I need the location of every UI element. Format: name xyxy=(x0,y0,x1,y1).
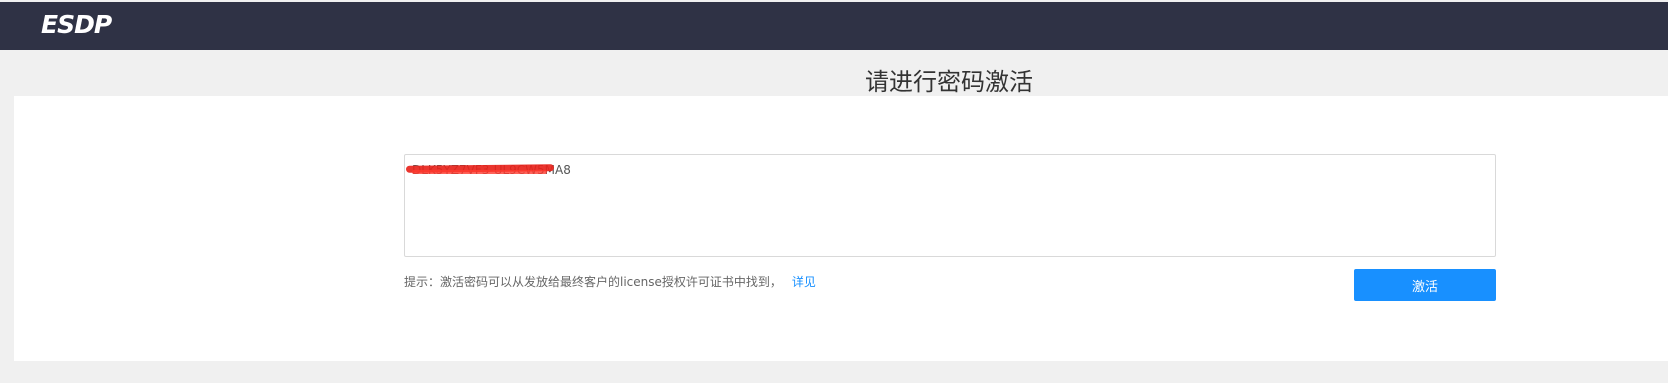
redaction-mark xyxy=(412,170,547,174)
esdp-logo: ESDP xyxy=(41,10,112,39)
page-title: 请进行密码激活 xyxy=(865,68,1033,96)
hint-label: 提示：激活密码可以从发放给最终客户的license授权许可证书中找到， xyxy=(404,275,782,289)
details-link[interactable]: 详见 xyxy=(792,275,816,289)
activate-button[interactable]: 激活 xyxy=(1354,269,1496,301)
hint-text: 提示：激活密码可以从发放给最终客户的license授权许可证书中找到， 详见 xyxy=(404,273,816,290)
top-navigation-bar: ESDP xyxy=(0,2,1668,50)
activation-code-input[interactable]: DLK5YZ7VF3-UL9CW5MA8 xyxy=(404,154,1496,257)
